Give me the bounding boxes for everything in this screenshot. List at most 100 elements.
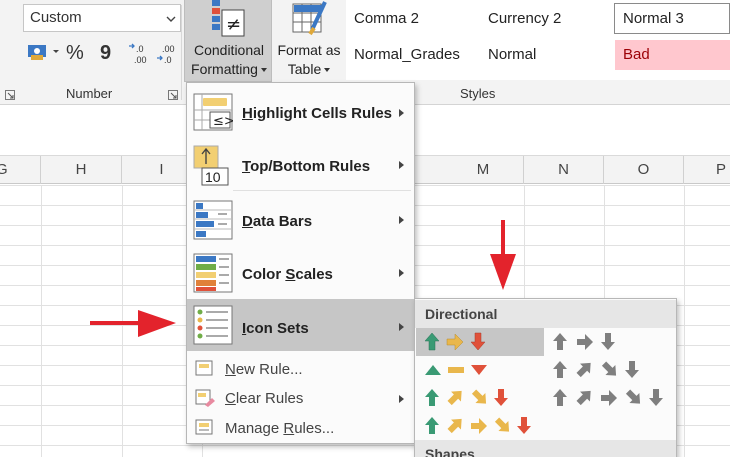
dropdown-caret-icon <box>324 68 331 73</box>
icon-set-4-arrows-colored[interactable] <box>416 384 544 412</box>
annotation-arrow-right-icon <box>90 310 176 337</box>
conditional-formatting-menu: ≤> Highlight Cells Rules 10 Top/Bottom R… <box>186 82 415 444</box>
annotation-arrow-down-icon <box>490 220 516 290</box>
group-separator <box>181 5 182 100</box>
down-arrow-gray-icon <box>649 389 663 406</box>
increase-decimal-icon[interactable]: .0 .00 <box>128 42 152 66</box>
svg-text:.0: .0 <box>136 44 144 54</box>
triangle-up-green-icon <box>425 365 441 375</box>
down-arrow-gray-icon <box>625 361 639 378</box>
svg-text:.00: .00 <box>162 44 175 54</box>
svg-text:≤>: ≤> <box>213 114 233 129</box>
down-arrow-gray-icon <box>601 333 615 350</box>
menu-label: Top/Bottom Rules <box>242 158 371 175</box>
format-as-table-label-1: Format as <box>277 42 341 58</box>
submenu-arrow-icon <box>399 269 404 277</box>
format-as-table-button[interactable]: Format as Table <box>274 0 344 82</box>
icon-set-3-triangles[interactable] <box>416 356 544 384</box>
right-arrow-yellow-icon <box>471 418 487 434</box>
up-arrow-gray-icon <box>553 389 567 406</box>
shapes-header: Shapes <box>415 440 676 457</box>
column-header-p[interactable]: P <box>684 156 730 184</box>
style-currency-2[interactable]: Currency 2 <box>480 4 610 32</box>
style-normal-grades[interactable]: Normal_Grades <box>346 40 476 68</box>
style-comma-2[interactable]: Comma 2 <box>346 4 476 32</box>
menu-item-icon-sets[interactable]: Icon Sets <box>187 299 414 351</box>
style-bad[interactable]: Bad <box>615 40 730 70</box>
accounting-format-icon[interactable] <box>26 40 50 64</box>
triangle-down-red-icon <box>471 365 487 375</box>
menu-item-color-scales[interactable]: Color Scales <box>187 247 414 299</box>
column-header-n[interactable]: N <box>524 156 604 184</box>
down-right-arrow-yellow-icon <box>494 417 510 432</box>
style-normal-3[interactable]: Normal 3 <box>614 3 730 34</box>
menu-label: Manage Rules... <box>225 420 335 437</box>
svg-text:10: 10 <box>205 169 221 185</box>
menu-separator <box>233 190 411 191</box>
icon-set-4-arrows-gray[interactable] <box>546 356 674 384</box>
conditional-formatting-button[interactable]: ≠ Conditional Formatting <box>184 0 272 82</box>
column-header-h[interactable]: H <box>41 156 122 184</box>
column-header-m[interactable]: M <box>443 156 524 184</box>
menu-item-manage-rules[interactable]: Manage Rules... <box>187 414 414 442</box>
down-arrow-red-icon <box>494 389 508 406</box>
top-bottom-icon: 10 <box>193 145 229 186</box>
dash-yellow-icon <box>448 367 464 373</box>
menu-item-new-rule[interactable]: New Rule... <box>187 355 414 383</box>
menu-item-highlight-cells-rules[interactable]: ≤> Highlight Cells Rules <box>187 87 414 139</box>
svg-text:.00: .00 <box>134 55 147 65</box>
data-bars-icon <box>193 200 233 240</box>
column-header-g[interactable]: G <box>0 156 41 184</box>
up-arrow-green-icon <box>425 389 439 406</box>
menu-label: New Rule... <box>225 361 303 378</box>
up-right-arrow-gray-icon <box>576 362 591 378</box>
number-dialog-launcher-icon[interactable] <box>168 90 178 100</box>
comma-style-button[interactable]: 9 <box>100 42 111 65</box>
color-scales-icon <box>193 253 233 293</box>
format-as-table-label-2: Table <box>287 61 322 77</box>
eraser-icon <box>195 389 215 407</box>
icon-set-5-arrows-gray[interactable] <box>546 384 674 412</box>
style-normal[interactable]: Normal <box>480 40 610 68</box>
up-arrow-gray-icon <box>553 361 567 378</box>
up-right-arrow-gray-icon <box>576 390 591 406</box>
menu-label: Highlight Cells Rules <box>242 105 393 122</box>
number-format-dropdown[interactable]: Custom <box>23 4 181 32</box>
svg-text:.0: .0 <box>164 55 172 65</box>
right-arrow-yellow-icon <box>446 333 464 351</box>
up-arrow-green-icon <box>425 417 439 434</box>
number-format-value: Custom <box>30 9 82 26</box>
highlight-cells-icon: ≤> <box>193 93 233 131</box>
menu-item-data-bars[interactable]: Data Bars <box>187 194 414 246</box>
menu-item-top-bottom-rules[interactable]: 10 Top/Bottom Rules <box>187 139 414 191</box>
percent-style-button[interactable]: % <box>66 42 84 65</box>
conditional-formatting-icon: ≠ <box>212 0 245 37</box>
conditional-formatting-label-2: Formatting <box>191 61 258 77</box>
chevron-down-icon <box>166 16 176 22</box>
down-right-arrow-yellow-icon <box>471 389 487 404</box>
menu-label: Icon Sets <box>242 320 309 337</box>
submenu-arrow-icon <box>399 161 404 169</box>
menu-label: Clear Rules <box>225 390 304 407</box>
accounting-dropdown-icon[interactable] <box>52 48 60 56</box>
down-right-arrow-gray-icon <box>601 361 617 376</box>
menu-label: Color Scales <box>242 266 333 283</box>
gridline <box>41 185 42 457</box>
up-right-arrow-yellow-icon <box>447 390 462 406</box>
menu-item-clear-rules[interactable]: Clear Rules <box>187 384 414 412</box>
icon-set-3-arrows-colored[interactable] <box>416 328 544 356</box>
menu-label: Data Bars <box>242 213 313 230</box>
dialog-launcher-icon[interactable] <box>5 90 15 100</box>
column-header-o[interactable]: O <box>604 156 684 184</box>
decrease-decimal-icon[interactable]: .00 .0 <box>156 42 180 66</box>
icon-set-5-arrows-colored[interactable] <box>416 412 544 440</box>
down-arrow-red-icon <box>517 417 531 434</box>
icon-set-3-arrows-gray[interactable] <box>546 328 674 356</box>
down-right-arrow-gray-icon <box>625 389 641 404</box>
down-arrow-red-icon <box>470 332 486 351</box>
up-arrow-gray-icon <box>553 333 567 350</box>
up-arrow-green-icon <box>424 332 440 351</box>
cell-styles-gallery: Comma 2 Currency 2 Normal 3 Normal_Grade… <box>346 0 730 80</box>
submenu-arrow-icon <box>399 323 404 331</box>
new-rule-icon <box>195 360 213 376</box>
